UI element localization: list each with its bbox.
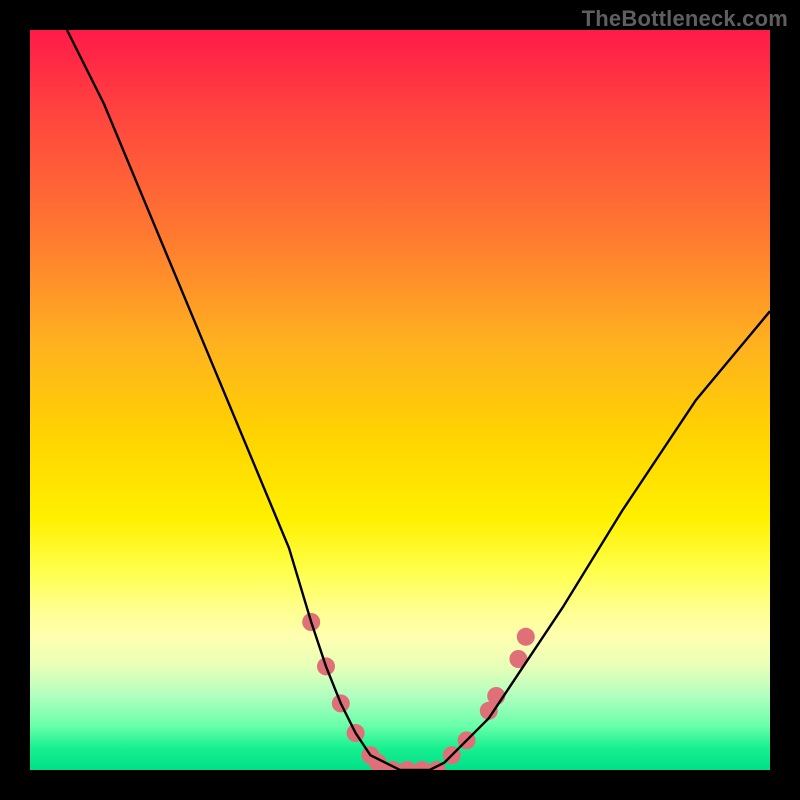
- chart-frame: TheBottleneck.com: [0, 0, 800, 800]
- watermark-text: TheBottleneck.com: [582, 6, 788, 32]
- curve-layer: [30, 30, 770, 770]
- bottleneck-curve: [67, 30, 770, 770]
- plot-area: [30, 30, 770, 770]
- marker-point: [517, 628, 535, 646]
